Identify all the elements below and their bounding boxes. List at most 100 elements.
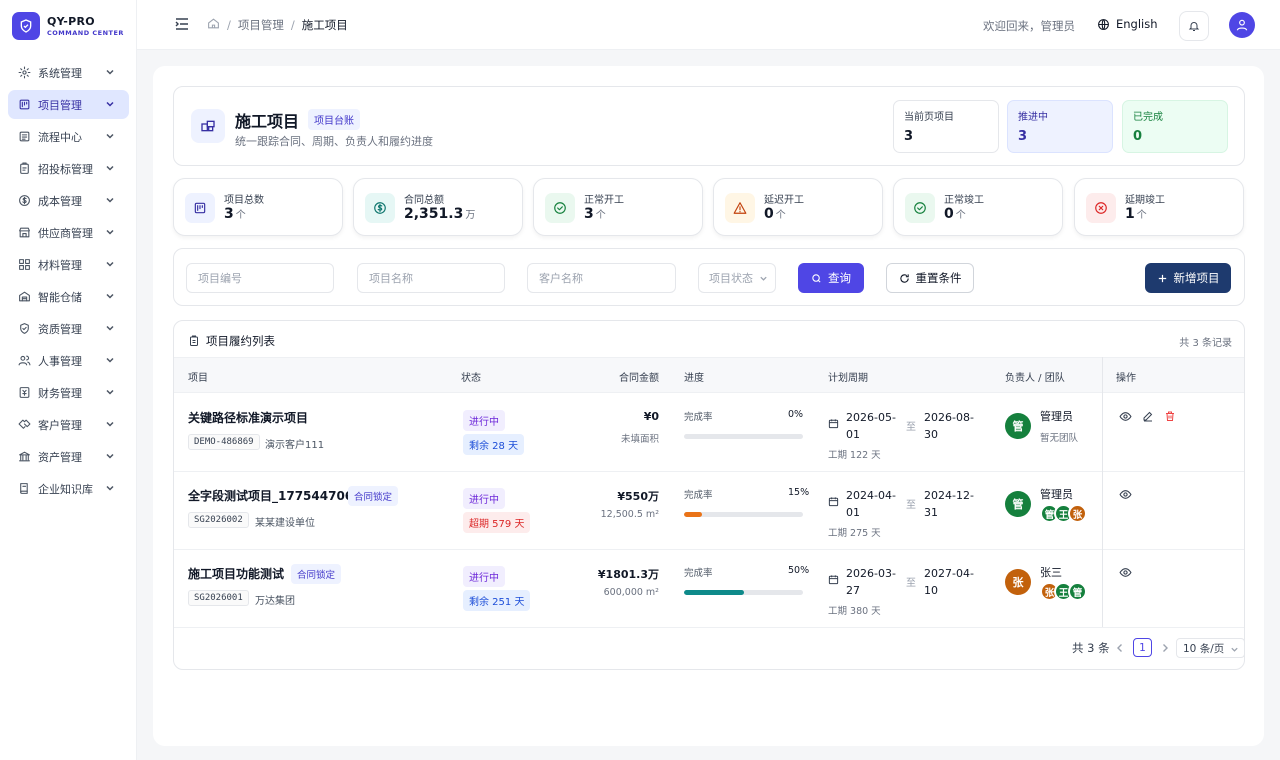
- kpi-value: 3: [1018, 129, 1028, 144]
- table-header: 项目 状态 合同金额 进度 计划周期 负责人 / 团队 操作: [174, 357, 1244, 393]
- sidebar-item[interactable]: 资质管理: [8, 314, 129, 343]
- bank-icon: [18, 450, 31, 463]
- notification-button[interactable]: [1179, 11, 1209, 41]
- chevron-down-icon: [1231, 647, 1238, 652]
- stat-value-wrap: 3个: [584, 206, 606, 222]
- stat-value: 3: [224, 206, 234, 222]
- chevron-down-icon: [106, 389, 114, 395]
- project-hero: 施工项目 项目台账 统一跟踪合同、周期、负责人和履约进度 当前页项目 3 推进中…: [173, 86, 1245, 166]
- progress-label: 完成率: [684, 568, 713, 579]
- sidebar-item[interactable]: 成本管理: [8, 186, 129, 215]
- contract-amount: ¥550万: [617, 490, 659, 503]
- bell-icon: [1188, 22, 1200, 31]
- stat-value-wrap: 1个: [1125, 206, 1147, 222]
- add-project-button[interactable]: 新增项目: [1145, 263, 1231, 293]
- stat-label: 正常开工: [584, 195, 624, 206]
- user-avatar[interactable]: [1229, 12, 1255, 38]
- client-name: 某某建设单位: [255, 518, 315, 529]
- remaining-days-badge: 剩余 251 天: [463, 590, 531, 611]
- home-icon[interactable]: [207, 17, 220, 33]
- manager-avatar: 管: [1005, 491, 1031, 517]
- status-badge: 进行中: [463, 488, 505, 509]
- end-date: 2026-08-30: [924, 411, 974, 441]
- page-size-select[interactable]: 10 条/页: [1176, 638, 1244, 658]
- sidebar-item[interactable]: 项目管理: [8, 90, 129, 119]
- brand-logo[interactable]: QY-PRO COMMAND CENTER: [12, 12, 124, 40]
- progress-label: 完成率: [684, 412, 713, 423]
- stat-label: 正常竣工: [944, 195, 984, 206]
- sidebar-item-label: 招投标管理: [38, 162, 93, 176]
- calendar-icon: [828, 574, 839, 588]
- table-row: 关键路径标准演示项目 DEMO-486869 演示客户111 进行中 剩余 28 …: [174, 394, 1244, 472]
- stat-value-wrap: 2,351.3 万: [404, 206, 475, 222]
- sidebar-item[interactable]: 供应商管理: [8, 218, 129, 247]
- manager-name: 张三: [1040, 566, 1062, 579]
- trash-icon[interactable]: [1164, 410, 1176, 425]
- breadcrumb-item[interactable]: 项目管理: [238, 17, 284, 33]
- sidebar-item-label: 企业知识库: [38, 482, 93, 496]
- select-placeholder: 项目状态: [709, 272, 753, 285]
- welcome-text: 欢迎回来，管理员: [983, 19, 1075, 33]
- kpi-value: 3: [904, 129, 914, 144]
- contract-lock-tag: 合同锁定: [348, 486, 399, 506]
- clipboard-icon: [190, 335, 198, 346]
- stat-unit: 个: [595, 210, 606, 221]
- sidebar-item[interactable]: 客户管理: [8, 410, 129, 439]
- stat-card: 延迟开工 0个: [713, 178, 883, 236]
- filter-bar: 项目状态 查询 重置条件 新增项目: [173, 248, 1245, 306]
- search-button[interactable]: 查询: [798, 263, 864, 293]
- sidebar-item[interactable]: 材料管理: [8, 250, 129, 279]
- project-status-select[interactable]: 项目状态: [698, 263, 776, 293]
- project-code-input[interactable]: [186, 263, 334, 293]
- ledger-icon: [18, 386, 31, 399]
- reset-button[interactable]: 重置条件: [886, 263, 974, 293]
- progress-label: 完成率: [684, 490, 713, 501]
- manager-name: 管理员: [1040, 488, 1073, 501]
- project-name-input[interactable]: [357, 263, 505, 293]
- chevron-right-icon[interactable]: [1161, 642, 1169, 656]
- project-code: SG2026001: [188, 590, 249, 606]
- chevron-left-icon[interactable]: [1116, 642, 1124, 656]
- client-name-input[interactable]: [527, 263, 676, 293]
- sidebar-item-label: 供应商管理: [38, 226, 93, 240]
- sidebar-item[interactable]: 资产管理: [8, 442, 129, 471]
- page-tag: 项目台账: [308, 109, 360, 130]
- edit-icon[interactable]: [1142, 410, 1154, 425]
- team-member-avatar: 管: [1068, 582, 1087, 601]
- project-name[interactable]: 全字段测试项目_1775447066: [188, 487, 362, 504]
- stat-card: 正常开工 3个: [533, 178, 703, 236]
- kpi-label: 当前页项目: [904, 112, 954, 123]
- refresh-icon: [899, 273, 909, 283]
- language-switch[interactable]: English: [1097, 17, 1158, 31]
- project-name[interactable]: 施工项目功能测试: [188, 565, 284, 582]
- chevron-down-icon: [760, 276, 767, 281]
- chevron-down-icon: [106, 69, 114, 75]
- menu-toggle-icon[interactable]: [175, 18, 189, 33]
- sidebar-item[interactable]: 流程中心: [8, 122, 129, 151]
- sidebar-item[interactable]: 系统管理: [8, 58, 129, 87]
- sidebar-item-label: 资产管理: [38, 450, 82, 464]
- stat-label: 项目总数: [224, 195, 264, 206]
- stat-card: 延期竣工 1个: [1074, 178, 1244, 236]
- sidebar-item[interactable]: 人事管理: [8, 346, 129, 375]
- topbar: / 项目管理 / 施工项目 欢迎回来，管理员 English: [137, 0, 1280, 50]
- blocks-icon: [18, 258, 31, 271]
- end-date: 2024-12-31: [924, 489, 974, 519]
- start-date: 2026-03-27: [846, 567, 896, 597]
- chevron-down-icon: [106, 325, 114, 331]
- sidebar-item[interactable]: 智能仓储: [8, 282, 129, 311]
- eye-icon[interactable]: [1119, 488, 1132, 504]
- eye-icon[interactable]: [1119, 566, 1132, 582]
- sidebar-item[interactable]: 招投标管理: [8, 154, 129, 183]
- column-header: 操作: [1116, 373, 1136, 384]
- eye-icon[interactable]: [1119, 410, 1132, 426]
- page-number-current[interactable]: 1: [1133, 638, 1152, 657]
- sidebar-item[interactable]: 企业知识库: [8, 474, 129, 503]
- calendar-icon: [828, 418, 839, 432]
- page-size-label: 10 条/页: [1183, 642, 1225, 655]
- project-name[interactable]: 关键路径标准演示项目: [188, 409, 308, 426]
- client-name: 万达集团: [255, 596, 295, 607]
- sidebar-item-label: 财务管理: [38, 386, 82, 400]
- warning-icon: [725, 193, 755, 223]
- sidebar-item[interactable]: 财务管理: [8, 378, 129, 407]
